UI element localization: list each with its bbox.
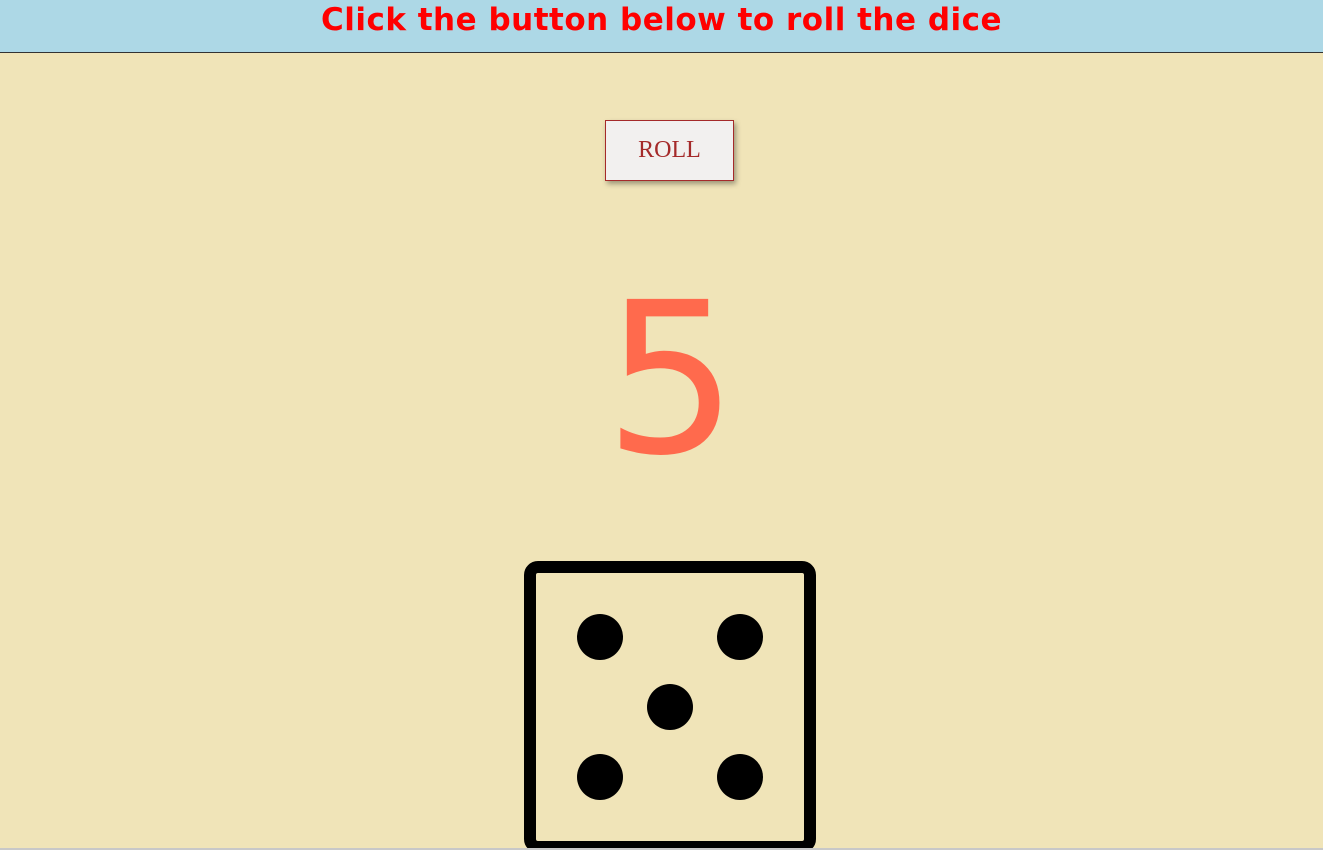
dice-pip	[647, 684, 693, 730]
dice-five-icon	[524, 561, 816, 850]
dice-result-number: 5	[604, 257, 738, 502]
dice-pip	[577, 614, 623, 660]
page-title: Click the button below to roll the dice	[320, 2, 1003, 38]
header-bar: Click the button below to roll the dice	[0, 0, 1323, 53]
dice-face-graphic	[524, 561, 816, 850]
roll-button[interactable]: ROLL	[605, 120, 734, 181]
dice-pip	[717, 754, 763, 800]
dice-pip	[577, 754, 623, 800]
dice-pip	[717, 614, 763, 660]
